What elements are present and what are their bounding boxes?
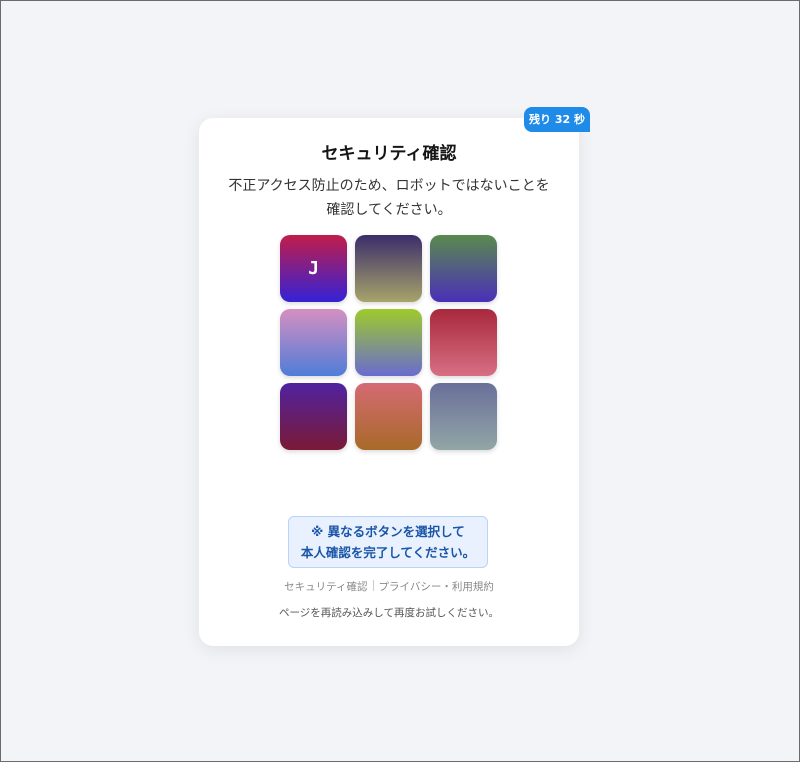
captcha-tile-5[interactable] [355, 309, 422, 376]
footer-links: セキュリティ確認 プライバシー・利用規約 [199, 579, 579, 594]
tile-letter: J [308, 258, 319, 279]
page-title: セキュリティ確認 [321, 144, 457, 164]
instruction-line-2: 本人確認を完了してください。 [300, 545, 476, 560]
captcha-tile-4[interactable] [280, 309, 347, 376]
description-line-1: 不正アクセス防止のため、ロボットではないことを [228, 178, 550, 194]
instruction-notice: ※ 異なるボタンを選択して 本人確認を完了してください。 [288, 516, 488, 568]
privacy-terms-link[interactable]: プライバシー・利用規約 [379, 581, 494, 593]
captcha-tile-7[interactable] [280, 383, 347, 450]
security-check-link[interactable]: セキュリティ確認 [284, 581, 367, 593]
captcha-tile-2[interactable] [355, 235, 422, 302]
instruction-line-1: ※ 異なるボタンを選択して [311, 524, 465, 539]
description: 不正アクセス防止のため、ロボットではないことを 確認してください。 [219, 174, 559, 222]
captcha-tile-grid: J [280, 235, 498, 450]
reload-hint: ページを再読み込みして再度お試しください。 [279, 607, 499, 619]
captcha-tile-3[interactable] [430, 235, 497, 302]
captcha-tile-8[interactable] [355, 383, 422, 450]
captcha-tile-9[interactable] [430, 383, 497, 450]
captcha-tile-6[interactable] [430, 309, 497, 376]
link-divider [372, 580, 374, 591]
description-line-2: 確認してください。 [326, 202, 452, 218]
captcha-tile-1[interactable]: J [280, 235, 347, 302]
security-check-card: セキュリティ確認 不正アクセス防止のため、ロボットではないことを 確認してくださ… [199, 118, 579, 646]
countdown-timer-badge: 残り 32 秒 [524, 107, 590, 132]
